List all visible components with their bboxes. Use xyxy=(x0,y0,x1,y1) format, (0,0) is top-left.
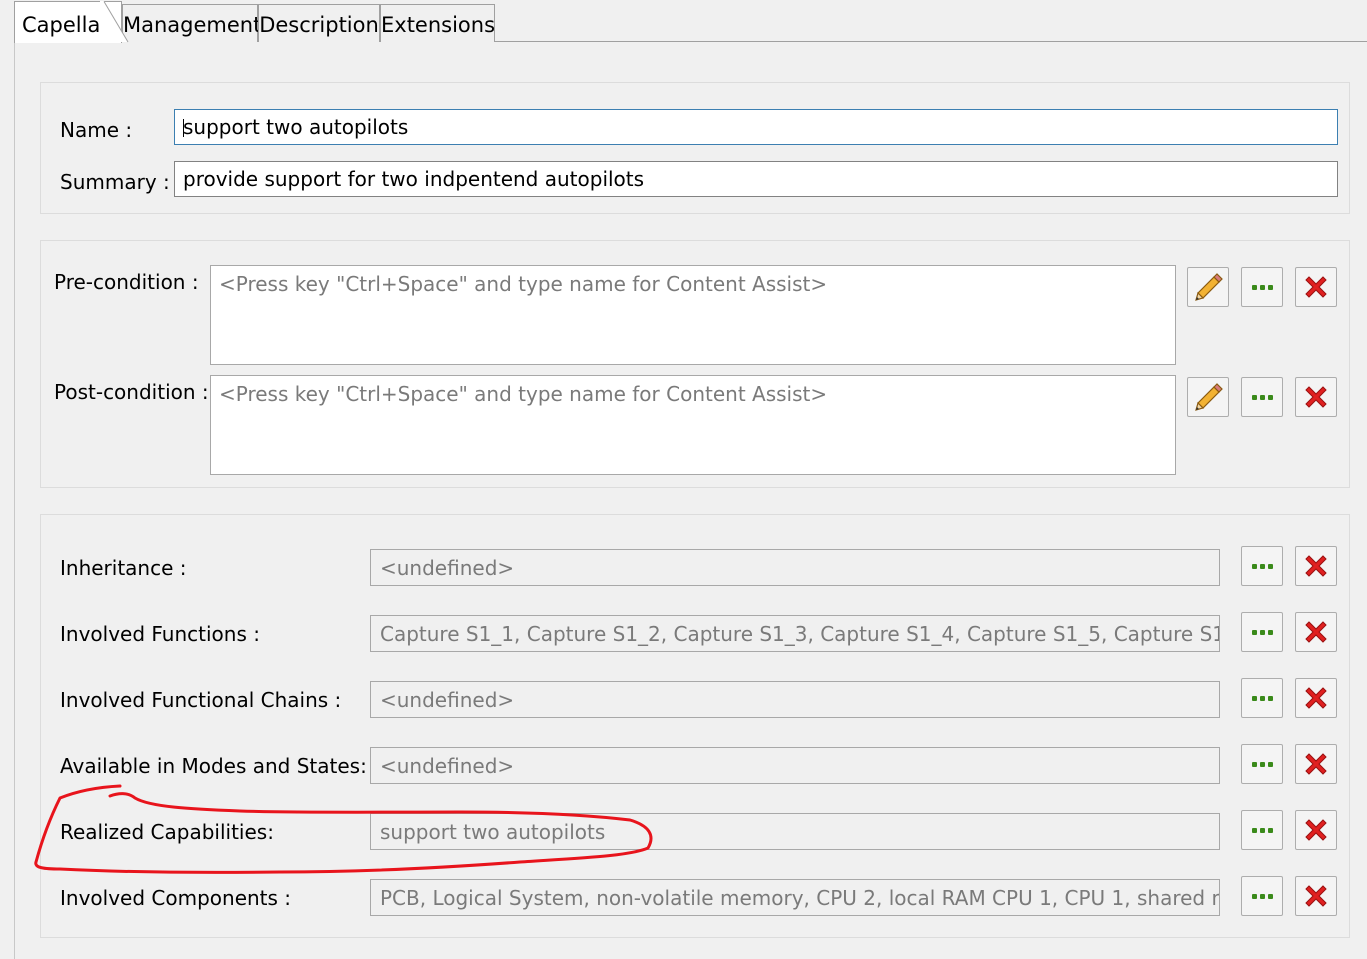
involved-components-delete-button[interactable] xyxy=(1295,876,1337,916)
pre-condition-placeholder: <Press key "Ctrl+Space" and type name fo… xyxy=(219,272,828,296)
involved-components-label: Involved Components : xyxy=(60,886,292,910)
post-condition-field[interactable]: <Press key "Ctrl+Space" and type name fo… xyxy=(210,375,1176,475)
pre-condition-browse-button[interactable] xyxy=(1241,267,1283,307)
involved-functions-delete-button[interactable] xyxy=(1295,612,1337,652)
involved-functional-chains-field[interactable]: <undefined> xyxy=(370,681,1220,718)
tab-extensions[interactable]: Extensions xyxy=(380,4,495,42)
ellipsis-icon xyxy=(1251,695,1273,701)
ellipsis-icon xyxy=(1251,629,1273,635)
involved-functions-label: Involved Functions : xyxy=(60,622,260,646)
involved-functional-chains-label: Involved Functional Chains : xyxy=(60,688,342,712)
pre-condition-field[interactable]: <Press key "Ctrl+Space" and type name fo… xyxy=(210,265,1176,365)
name-field[interactable]: support two autopilots xyxy=(174,109,1338,145)
red-x-icon xyxy=(1305,386,1327,408)
red-x-icon xyxy=(1305,687,1327,709)
modes-and-states-field[interactable]: <undefined> xyxy=(370,747,1220,784)
realized-capabilities-field[interactable]: support two autopilots xyxy=(370,813,1220,850)
red-x-icon xyxy=(1305,885,1327,907)
pencil-icon xyxy=(1195,383,1223,411)
tab-management[interactable]: Management xyxy=(122,4,261,42)
post-condition-edit-button[interactable] xyxy=(1187,377,1229,417)
involved-components-value: PCB, Logical System, non-volatile memory… xyxy=(380,886,1220,910)
pre-condition-label: Pre-condition : xyxy=(54,270,199,294)
summary-label: Summary : xyxy=(60,170,170,194)
realized-capabilities-label: Realized Capabilities: xyxy=(60,820,274,844)
realized-capabilities-delete-button[interactable] xyxy=(1295,810,1337,850)
summary-field[interactable]: provide support for two indpentend autop… xyxy=(174,161,1338,197)
realized-capabilities-value: support two autopilots xyxy=(380,820,606,844)
text-caret xyxy=(183,119,184,137)
tab-capella-slant xyxy=(100,1,129,43)
red-x-icon xyxy=(1305,819,1327,841)
name-value: support two autopilots xyxy=(183,115,409,139)
involved-functional-chains-delete-button[interactable] xyxy=(1295,678,1337,718)
modes-and-states-value: <undefined> xyxy=(380,754,515,778)
modes-and-states-label: Available in Modes and States: xyxy=(60,754,367,778)
summary-value: provide support for two indpentend autop… xyxy=(183,167,645,191)
modes-and-states-delete-button[interactable] xyxy=(1295,744,1337,784)
inheritance-field[interactable]: <undefined> xyxy=(370,549,1220,586)
involved-functional-chains-value: <undefined> xyxy=(380,688,515,712)
pre-condition-delete-button[interactable] xyxy=(1295,267,1337,307)
post-condition-browse-button[interactable] xyxy=(1241,377,1283,417)
red-x-icon xyxy=(1305,555,1327,577)
inheritance-label: Inheritance : xyxy=(60,556,187,580)
ellipsis-icon xyxy=(1251,827,1273,833)
ellipsis-icon xyxy=(1251,761,1273,767)
tab-description[interactable]: Description xyxy=(258,4,380,42)
inheritance-browse-button[interactable] xyxy=(1241,546,1283,586)
name-label: Name : xyxy=(60,118,133,142)
post-condition-placeholder: <Press key "Ctrl+Space" and type name fo… xyxy=(219,382,828,406)
involved-components-browse-button[interactable] xyxy=(1241,876,1283,916)
red-x-icon xyxy=(1305,753,1327,775)
inheritance-delete-button[interactable] xyxy=(1295,546,1337,586)
post-condition-delete-button[interactable] xyxy=(1295,377,1337,417)
red-x-icon xyxy=(1305,276,1327,298)
editor-left-border xyxy=(14,42,15,959)
involved-functions-value: Capture S1_1, Capture S1_2, Capture S1_3… xyxy=(380,622,1219,646)
ellipsis-icon xyxy=(1251,893,1273,899)
realized-capabilities-browse-button[interactable] xyxy=(1241,810,1283,850)
modes-and-states-browse-button[interactable] xyxy=(1241,744,1283,784)
ellipsis-icon xyxy=(1251,394,1273,400)
ellipsis-icon xyxy=(1251,563,1273,569)
involved-functions-browse-button[interactable] xyxy=(1241,612,1283,652)
post-condition-label: Post-condition : xyxy=(54,380,209,404)
involved-functional-chains-browse-button[interactable] xyxy=(1241,678,1283,718)
pencil-icon xyxy=(1195,273,1223,301)
inheritance-value: <undefined> xyxy=(380,556,515,580)
red-x-icon xyxy=(1305,621,1327,643)
involved-functions-field[interactable]: Capture S1_1, Capture S1_2, Capture S1_3… xyxy=(370,615,1220,652)
ellipsis-icon xyxy=(1251,284,1273,290)
pre-condition-edit-button[interactable] xyxy=(1187,267,1229,307)
involved-components-field[interactable]: PCB, Logical System, non-volatile memory… xyxy=(370,879,1220,916)
